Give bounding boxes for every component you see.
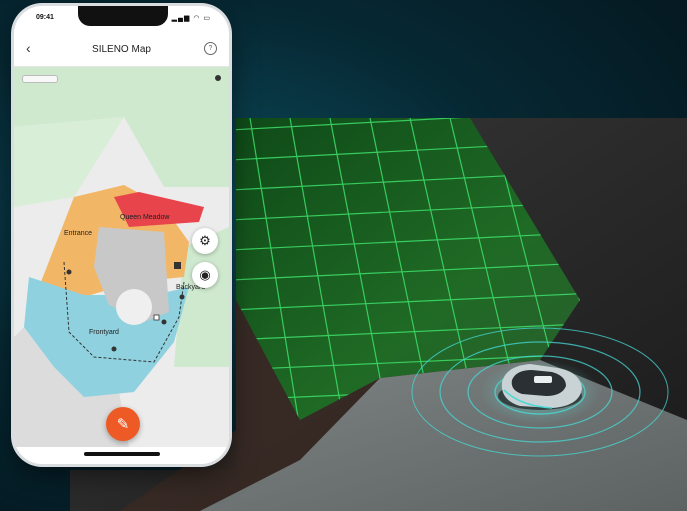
zone-label-queen-meadow: Queen Meadow	[120, 214, 170, 221]
map-canvas	[14, 67, 229, 447]
view-toggle-icon[interactable]: ◉	[192, 262, 218, 288]
status-icons: ▂▄▆ ◠ ▭	[171, 15, 211, 22]
app-bar: ‹ SILENO Map ?	[14, 32, 229, 67]
zone-label-frontyard: Frontyard	[89, 329, 119, 336]
hero-scene: 09:41 ▂▄▆ ◠ ▭ ‹ SILENO Map ? Queen Meado…	[0, 0, 687, 511]
phone-mockup: 09:41 ▂▄▆ ◠ ▭ ‹ SILENO Map ? Queen Meado…	[14, 6, 229, 464]
location-dot	[215, 75, 221, 81]
edit-map-button[interactable]: ✎	[106, 407, 140, 441]
phone-notch	[78, 6, 168, 26]
zone-label-entrance: Entrance	[64, 230, 93, 237]
map-scale	[22, 75, 58, 83]
settings-icon[interactable]: ⚙	[192, 228, 218, 254]
home-indicator	[84, 452, 160, 456]
status-time: 09:41	[36, 14, 54, 21]
garden-map[interactable]: Queen Meadow Entrance Backyard Frontyard…	[14, 67, 229, 447]
app-title: SILENO Map	[92, 44, 151, 55]
help-icon[interactable]: ?	[204, 42, 217, 55]
